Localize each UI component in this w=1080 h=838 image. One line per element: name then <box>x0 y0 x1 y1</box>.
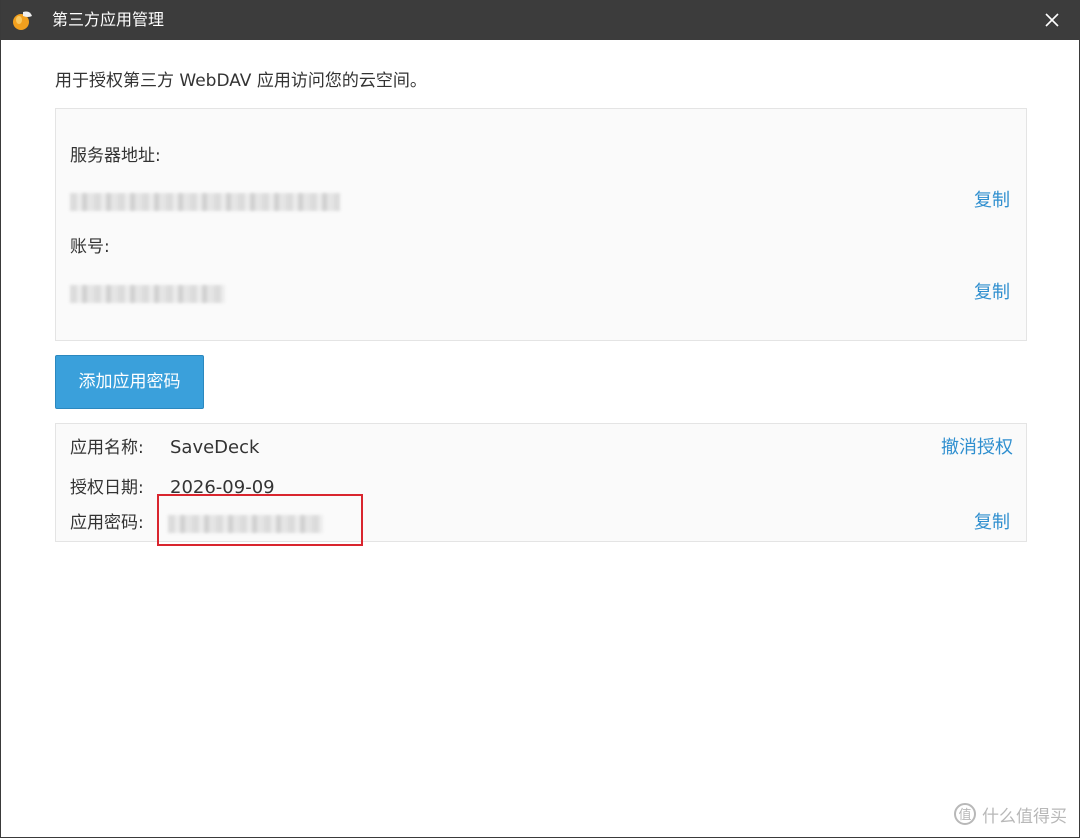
copy-app-password-button[interactable]: 复制 <box>974 512 1010 534</box>
watermark-logo-icon: 值 <box>954 803 976 825</box>
revoke-authorization-button[interactable]: 撤消授权 <box>941 437 1013 459</box>
account-label: 账号: <box>70 237 110 257</box>
add-app-password-button[interactable]: 添加应用密码 <box>55 355 204 409</box>
svg-text:值: 值 <box>958 807 971 823</box>
server-address-value-masked <box>70 193 340 211</box>
server-info-panel: 服务器地址: 复制 账号: 复制 <box>55 108 1027 341</box>
auth-date-label: 授权日期: <box>70 478 144 498</box>
watermark: 值 什么值得买 <box>954 801 1067 827</box>
highlight-annotation-box <box>157 494 363 546</box>
app-password-label: 应用密码: <box>70 513 144 533</box>
window-title: 第三方应用管理 <box>52 10 165 29</box>
close-icon[interactable] <box>1041 9 1063 31</box>
intro-text: 用于授权第三方 WebDAV 应用访问您的云空间。 <box>55 71 427 91</box>
account-value-masked <box>70 285 225 303</box>
app-name-value: SaveDeck <box>170 437 260 458</box>
copy-account-button[interactable]: 复制 <box>974 282 1010 304</box>
acorn-app-icon <box>13 11 32 30</box>
title-bar: 第三方应用管理 <box>1 0 1080 40</box>
copy-server-address-button[interactable]: 复制 <box>974 190 1010 212</box>
server-address-label: 服务器地址: <box>70 146 161 166</box>
app-window: 第三方应用管理 用于授权第三方 WebDAV 应用访问您的云空间。 服务器地址:… <box>0 0 1080 838</box>
app-name-label: 应用名称: <box>70 438 144 458</box>
watermark-text: 什么值得买 <box>982 806 1067 827</box>
